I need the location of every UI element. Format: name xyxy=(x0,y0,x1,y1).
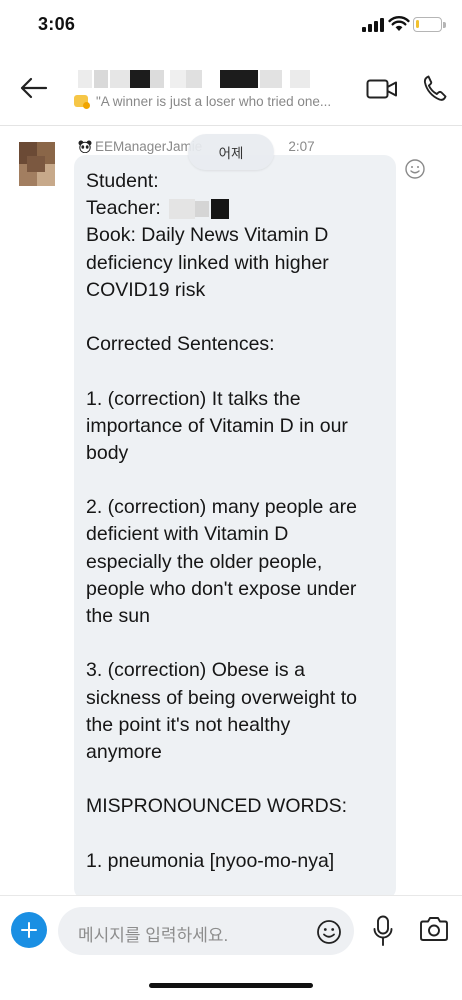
phone-icon[interactable] xyxy=(422,74,448,102)
message-line: Student: xyxy=(86,168,386,195)
message-line-text: 1. pneumonia [nyoo-mo-nya] xyxy=(86,849,335,872)
message-line-text: Student: xyxy=(86,170,159,192)
battery-level xyxy=(416,20,420,28)
message-line-text: body xyxy=(86,441,129,464)
message-line-text: 2. (correction) many people are xyxy=(86,496,357,519)
date-divider: 어제 xyxy=(188,134,274,170)
message-line: anymore xyxy=(86,739,386,766)
message-line: COVID19 risk xyxy=(86,277,386,304)
message-line: people who don't expose under xyxy=(86,576,386,603)
chat-header: "A winner is just a loser who tried one.… xyxy=(0,52,462,126)
message-line xyxy=(86,467,386,494)
message-text: Student: Teacher: Book: Daily News Vitamin… xyxy=(86,168,386,875)
message-line: sickness of being overweight to xyxy=(86,685,386,712)
microphone-icon[interactable] xyxy=(372,915,394,947)
message-line xyxy=(86,821,386,848)
message-input-placeholder: 메시지를 입력하세요. xyxy=(78,926,229,945)
plus-icon[interactable] xyxy=(11,912,47,948)
message-line: the sun xyxy=(86,603,386,630)
message-line: body xyxy=(86,440,386,467)
message-line: the point it's not healthy xyxy=(86,712,386,739)
message-input[interactable]: 메시지를 입력하세요. xyxy=(58,907,354,955)
message-line xyxy=(86,766,386,793)
message-line xyxy=(86,304,386,331)
message-line: 1. pneumonia [nyoo-mo-nya] xyxy=(86,848,386,875)
message-line-text: sickness of being overweight to xyxy=(86,686,357,709)
message-line: Teacher: xyxy=(86,195,386,222)
message-line: MISPRONOUNCED WORDS: xyxy=(86,793,386,820)
status-message: "A winner is just a loser who tried one.… xyxy=(96,93,332,109)
message-line: 3. (correction) Obese is a xyxy=(86,657,386,684)
message-line: importance of Vitamin D in our xyxy=(86,413,386,440)
message-line: Book: Daily News Vitamin D xyxy=(86,222,386,249)
message-line-text: people who don't expose under xyxy=(86,577,357,600)
message-line-text: Teacher: xyxy=(86,197,161,220)
message-line-text: importance of Vitamin D in our xyxy=(86,414,348,437)
cellular-signal-icon xyxy=(362,18,384,32)
wifi-icon xyxy=(388,16,410,31)
battery-icon xyxy=(413,17,446,32)
status-message-row[interactable]: "A winner is just a loser who tried one.… xyxy=(74,92,364,110)
message-line-text: 1. (correction) It talks the xyxy=(86,387,301,410)
message-time: 2:07 xyxy=(288,138,315,154)
message-line: especially the older people, xyxy=(86,549,386,576)
message-line-text: Book: Daily News Vitamin D xyxy=(86,224,329,247)
message-line: deficiency linked with higher xyxy=(86,250,386,277)
message-line-text: 3. (correction) Obese is a xyxy=(86,659,305,682)
message-line xyxy=(86,630,386,657)
message-line-text: especially the older people, xyxy=(86,550,323,573)
message-line-text: the sun xyxy=(86,605,150,627)
message-line: 1. (correction) It talks the xyxy=(86,386,386,413)
smiley-icon[interactable] xyxy=(316,919,342,945)
status-time: 3:06 xyxy=(38,14,76,34)
teacher-name-redacted xyxy=(168,199,229,220)
sender-name: EEManagerJamie xyxy=(95,138,203,154)
home-indicator xyxy=(149,983,313,988)
message-composer: 메시지를 입력하세요. xyxy=(0,895,462,965)
message-line-text: the point it's not healthy xyxy=(86,713,291,736)
sender-avatar[interactable] xyxy=(19,142,55,186)
message-line-text: deficiency linked with higher xyxy=(86,251,329,274)
status-bar: 3:06 xyxy=(0,0,462,52)
message-line-text: anymore xyxy=(86,740,162,763)
chat-screen: 3:06 "A winner is just a loser who tried… xyxy=(0,0,462,1000)
back-arrow-icon[interactable] xyxy=(16,72,52,104)
message-line xyxy=(86,358,386,385)
camera-icon[interactable] xyxy=(419,916,449,942)
message-line-text: MISPRONOUNCED WORDS: xyxy=(86,795,348,818)
message-line: deficient with Vitamin D xyxy=(86,521,386,548)
video-camera-icon[interactable] xyxy=(366,78,398,100)
message-line: Corrected Sentences: xyxy=(86,331,386,358)
chat-title-redacted[interactable] xyxy=(78,70,338,88)
message-line-text: deficient with Vitamin D xyxy=(86,523,289,546)
panda-icon xyxy=(78,140,92,153)
message-line-text: COVID19 risk xyxy=(86,278,206,301)
message-line: 2. (correction) many people are xyxy=(86,494,386,521)
mood-badge-icon xyxy=(74,95,90,109)
smiley-icon[interactable] xyxy=(404,158,426,180)
message-line-text: Corrected Sentences: xyxy=(86,333,275,356)
